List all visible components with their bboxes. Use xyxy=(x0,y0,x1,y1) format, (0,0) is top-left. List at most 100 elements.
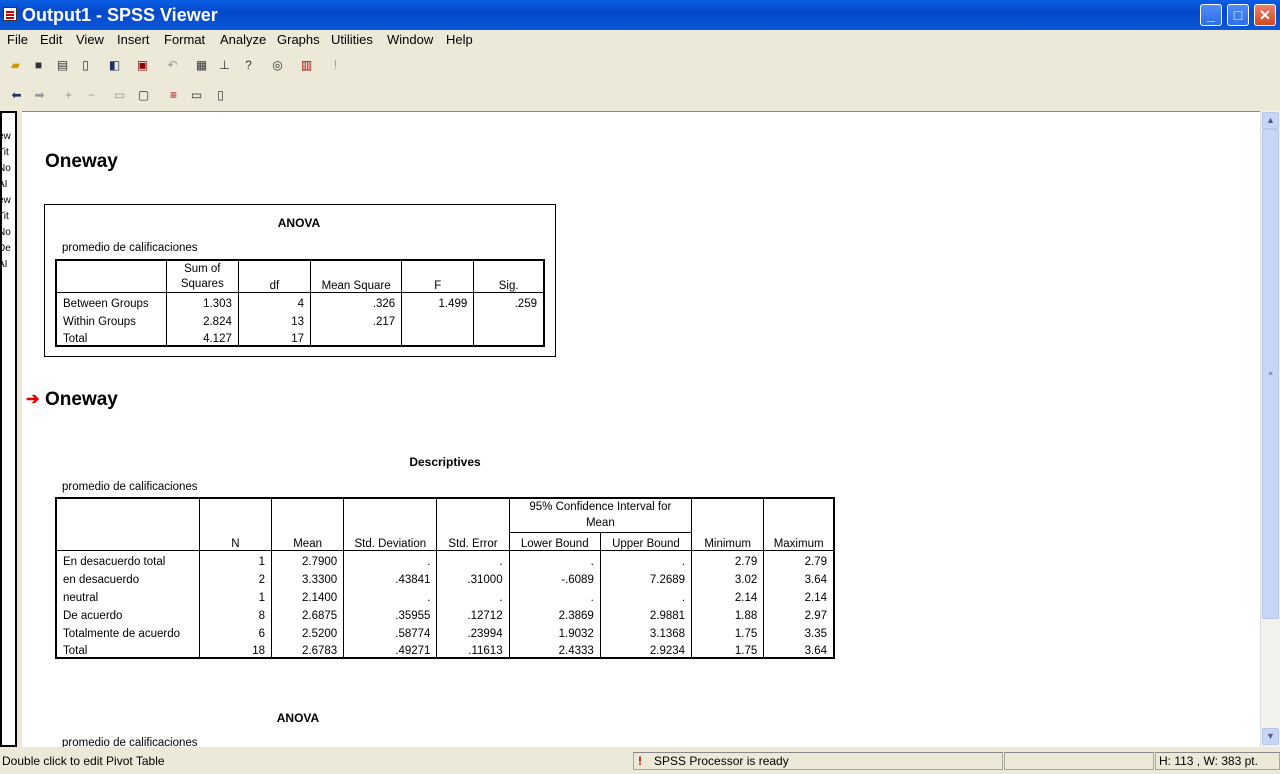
run-icon[interactable]: ! xyxy=(324,54,347,77)
cell-lb: 2.3869 xyxy=(508,604,601,622)
undo-icon[interactable]: ↶ xyxy=(161,54,184,77)
outline-item[interactable]: De xyxy=(2,241,15,257)
scroll-up-icon[interactable]: ▲ xyxy=(1262,112,1279,129)
col-header-n: N xyxy=(198,498,272,551)
menu-edit[interactable]: Edit xyxy=(40,32,62,47)
hide-icon[interactable]: ▢ xyxy=(132,84,155,107)
restore-button[interactable]: □ xyxy=(1227,4,1249,26)
goto-chart-icon[interactable]: ⊥ xyxy=(213,54,236,77)
cell-ss: 2.824 xyxy=(165,310,239,328)
menu-utilities[interactable]: Utilities xyxy=(331,32,373,47)
insert-title-icon[interactable]: ▭ xyxy=(185,84,208,107)
outline-item[interactable]: AI xyxy=(2,177,15,193)
menu-graphs[interactable]: Graphs xyxy=(277,32,320,47)
designate-window-icon[interactable]: ▥ xyxy=(295,54,318,77)
goto-data-icon[interactable]: ▦ xyxy=(190,54,213,77)
anova-table: Sum of Squares df Mean Square F Sig. Betw… xyxy=(55,259,545,347)
outline-item[interactable]: ew xyxy=(2,193,15,209)
insert-heading-icon[interactable]: ≡ xyxy=(162,84,185,107)
outline-item[interactable]: Tit xyxy=(2,145,15,161)
cell-sig xyxy=(473,328,544,346)
spss-app-icon[interactable] xyxy=(3,7,17,21)
col-header-ub: Upper Bound xyxy=(599,532,692,551)
cell-f: 1.499 xyxy=(401,292,474,310)
anova-pivot-table[interactable]: ANOVA promedio de calificaciones Sum of S… xyxy=(44,204,556,357)
collapse-icon[interactable]: − xyxy=(80,84,103,107)
row-label: Within Groups xyxy=(63,316,136,328)
cell-df: 4 xyxy=(237,292,311,310)
menu-view[interactable]: View xyxy=(76,32,104,47)
outline-item[interactable]: No xyxy=(2,161,15,177)
cell-mean: 2.6783 xyxy=(271,640,344,658)
cell-max: 3.64 xyxy=(763,568,834,586)
cell-min: 3.02 xyxy=(691,568,764,586)
menu-help[interactable]: Help xyxy=(446,32,473,47)
outline-item[interactable]: Tit xyxy=(2,209,15,225)
cell-ss: 1.303 xyxy=(165,292,239,310)
close-button[interactable]: ✕ xyxy=(1254,4,1276,26)
table-row: Within Groups 2.824 13 .217 xyxy=(56,310,544,328)
menu-insert[interactable]: Insert xyxy=(117,32,150,47)
title-bar: Output1 - SPSS Viewer _ □ ✕ xyxy=(0,0,1280,30)
vertical-scrollbar[interactable]: ▲ ≡ ▼ xyxy=(1260,111,1280,747)
cell-max: 2.97 xyxy=(763,604,834,622)
outline-item[interactable]: ew xyxy=(2,129,15,145)
anova2-subtitle: promedio de calificaciones xyxy=(62,737,198,747)
row-label: En desacuerdo total xyxy=(63,556,166,568)
descriptives-table: N Mean Std. Deviation Std. Error 95% Con… xyxy=(55,497,835,659)
expand-icon[interactable]: + xyxy=(57,84,80,107)
anova-subtitle: promedio de calificaciones xyxy=(62,242,198,254)
cell-sd: .49271 xyxy=(343,640,437,658)
col-header-f: F xyxy=(401,260,474,293)
scroll-down-icon[interactable]: ▼ xyxy=(1262,728,1279,745)
cell-ms xyxy=(309,328,402,346)
menu-format[interactable]: Format xyxy=(164,32,205,47)
cell-max: 2.14 xyxy=(763,586,834,604)
col-header-ms: Mean Square xyxy=(309,260,402,293)
menu-file[interactable]: File xyxy=(7,32,28,47)
col-header-df: df xyxy=(237,260,311,293)
cell-ms: .326 xyxy=(309,292,402,310)
minimize-button[interactable]: _ xyxy=(1200,4,1222,26)
output-pane[interactable]: Oneway ANOVA promedio de calificaciones … xyxy=(22,111,1260,747)
oneway-heading: Oneway xyxy=(45,151,118,172)
scroll-thumb[interactable]: ≡ xyxy=(1262,129,1279,619)
variables-icon[interactable]: ? xyxy=(237,54,260,77)
menu-window[interactable]: Window xyxy=(387,32,433,47)
window-title: Output1 - SPSS Viewer xyxy=(22,5,218,25)
cell-max: 3.64 xyxy=(763,640,834,658)
col-header-se: Std. Error xyxy=(436,498,510,551)
demote-icon[interactable]: ➡ xyxy=(28,84,51,107)
row-label: en desacuerdo xyxy=(63,574,140,586)
outline-item[interactable]: No xyxy=(2,225,15,241)
descriptives-subtitle: promedio de calificaciones xyxy=(62,481,198,493)
print-icon[interactable]: ▤ xyxy=(51,54,74,77)
cell-min: 1.88 xyxy=(691,604,764,622)
col-header-lb: Lower Bound xyxy=(508,532,601,551)
cell-n: 18 xyxy=(198,640,272,658)
dialog-recall-icon[interactable]: ▣ xyxy=(131,54,154,77)
outline-pane[interactable]: ew Tit No AI ew Tit No De AI xyxy=(0,111,17,747)
cell-ub: . xyxy=(599,586,692,604)
col-header-mean: Mean xyxy=(271,498,344,551)
insert-text-icon[interactable]: ▯ xyxy=(209,84,232,107)
col-header-min: Minimum xyxy=(691,498,764,551)
cell-n: 1 xyxy=(198,550,272,568)
cell-sig xyxy=(473,310,544,328)
table-row: Total 4.127 17 xyxy=(56,328,544,346)
show-icon[interactable]: ▭ xyxy=(108,84,131,107)
cell-mean: 2.5200 xyxy=(271,622,344,640)
export-icon[interactable]: ◧ xyxy=(103,54,126,77)
use-sets-icon[interactable]: ◎ xyxy=(266,54,289,77)
save-icon[interactable]: ■ xyxy=(27,54,50,77)
cell-f xyxy=(401,328,474,346)
cell-f xyxy=(401,310,474,328)
promote-icon[interactable]: ⬅ xyxy=(5,84,28,107)
size-status: H: 113 , W: 383 pt. xyxy=(1159,754,1258,768)
print-preview-icon[interactable]: ▯ xyxy=(74,54,97,77)
open-icon[interactable]: ▰ xyxy=(4,54,27,77)
cell-max: 2.79 xyxy=(763,550,834,568)
cell-lb: 1.9032 xyxy=(508,622,601,640)
menu-analyze[interactable]: Analyze xyxy=(220,32,266,47)
outline-item[interactable]: AI xyxy=(2,257,15,273)
